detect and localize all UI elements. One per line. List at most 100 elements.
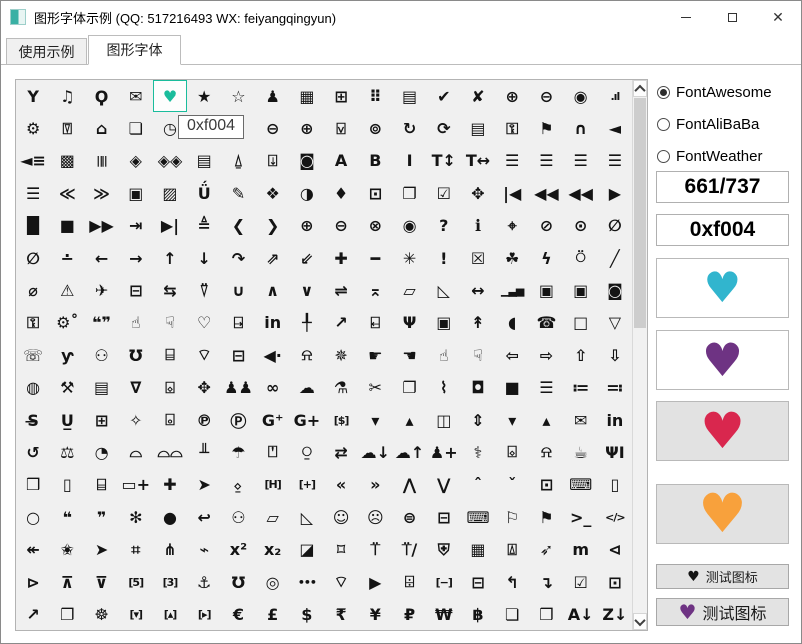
icon-forward[interactable]: ▶▶: [84, 210, 118, 242]
scrollbar-thumb[interactable]: [634, 98, 646, 328]
icon-fire-extinguisher[interactable]: ⍍: [495, 533, 529, 565]
icon-count-field[interactable]: 661/737: [656, 171, 789, 203]
icon-arrow-circle-o-down[interactable]: ⊖: [256, 112, 290, 144]
icon-microphone[interactable]: ⍡: [358, 533, 392, 565]
icon-star-half-o[interactable]: ✬: [50, 533, 84, 565]
icon-angle-down[interactable]: ˇ: [495, 469, 529, 501]
icon-file-text-o[interactable]: ❒: [16, 469, 50, 501]
icon-bold[interactable]: B: [358, 145, 392, 177]
icon-play[interactable]: ▶: [598, 177, 632, 209]
icon-leaf[interactable]: ☘: [495, 242, 529, 274]
tab-icon-font[interactable]: 图形字体: [88, 35, 181, 65]
icon-hand-o-right[interactable]: ☛: [358, 339, 392, 371]
icon-search-plus[interactable]: ⊕: [495, 80, 529, 112]
icon-desktop[interactable]: ⊡: [529, 469, 563, 501]
icon-flag-checkered[interactable]: ⚑: [529, 501, 563, 533]
icon-users[interactable]: ♟♟: [221, 372, 255, 404]
icon-undo[interactable]: ↺: [16, 436, 50, 468]
test-icon-button-2[interactable]: ♥测试图标: [656, 598, 789, 626]
icon-arrow-down[interactable]: ↓: [187, 242, 221, 274]
icon-unknown[interactable]: Ǘ: [187, 177, 221, 209]
icon-linkedin-square[interactable]: in: [256, 307, 290, 339]
icon-user[interactable]: ♟: [256, 80, 290, 112]
tab-usage-example[interactable]: 使用示例: [6, 38, 87, 65]
icon-caret-square-o-down[interactable]: [▾]: [119, 598, 153, 630]
icon-ticket[interactable]: ⌹: [392, 566, 426, 598]
icon-lightbulb-o[interactable]: ⍜: [290, 436, 324, 468]
icon-pause[interactable]: ▐▌: [16, 210, 50, 242]
icon-code-field[interactable]: 0xf004: [656, 214, 789, 246]
icon-minus-circle[interactable]: ⊖: [324, 210, 358, 242]
icon-tint[interactable]: ♦: [324, 177, 358, 209]
icon-tags[interactable]: ◈◈: [153, 145, 187, 177]
icon-google-plus[interactable]: G+: [290, 404, 324, 436]
icon-smile-o[interactable]: ☺: [324, 501, 358, 533]
icon-th-list[interactable]: ▤: [392, 80, 426, 112]
icon-chain-broken[interactable]: ⌁: [187, 533, 221, 565]
icon-circle[interactable]: ●: [153, 501, 187, 533]
icon-inbox[interactable]: ⍌: [324, 112, 358, 144]
icon-list-alt[interactable]: ▤: [461, 112, 495, 144]
icon-tag[interactable]: ◈: [119, 145, 153, 177]
icon-random[interactable]: ⇆: [153, 274, 187, 306]
icon-rocket[interactable]: ➶: [529, 533, 563, 565]
icon-sort[interactable]: ⇕: [461, 404, 495, 436]
icon-comments[interactable]: ❝❞: [84, 307, 118, 339]
icon-ambulance[interactable]: ▭+: [119, 469, 153, 501]
icon-pinterest[interactable]: ℗: [187, 404, 221, 436]
icon-usd[interactable]: $: [290, 598, 324, 630]
icon-thumb-tack[interactable]: ╀: [290, 307, 324, 339]
icon-share-square-o[interactable]: ❐: [392, 177, 426, 209]
radio-fontalibaba[interactable]: FontAliBaBa: [657, 115, 759, 133]
icon-bar-chart[interactable]: ▁▃▅: [495, 274, 529, 306]
icon-github-square[interactable]: ▣: [427, 307, 461, 339]
icon-chevron-circle-down[interactable]: ⊽: [84, 566, 118, 598]
icon-terminal[interactable]: >_: [564, 501, 598, 533]
icon-ellipsis-h[interactable]: •••: [290, 566, 324, 598]
icon-certificate[interactable]: ✵: [324, 339, 358, 371]
icon-plus-square[interactable]: [+]: [290, 469, 324, 501]
icon-share[interactable]: ↷: [221, 242, 255, 274]
icon-subscript[interactable]: x₂: [256, 533, 290, 565]
icon-arrows-h[interactable]: ↔: [461, 274, 495, 306]
icon-krw[interactable]: ₩: [427, 598, 461, 630]
icon-link[interactable]: ∞: [256, 372, 290, 404]
icon-qrcode[interactable]: ▩: [50, 145, 84, 177]
icon-envelope[interactable]: ✉: [564, 404, 598, 436]
close-button[interactable]: ✕: [755, 1, 801, 33]
icon-reply[interactable]: ↩: [187, 501, 221, 533]
icon-caret-square-o-right[interactable]: [▸]: [187, 598, 221, 630]
icon-lemon-o[interactable]: ◖: [495, 307, 529, 339]
icon-file-text[interactable]: ❒: [529, 598, 563, 630]
icon-tablet[interactable]: ▯: [598, 469, 632, 501]
icon-bell-o[interactable]: ⍾: [529, 436, 563, 468]
test-icon-button-1[interactable]: ♥测试图标: [656, 564, 789, 589]
icon-crop[interactable]: ⌗: [119, 533, 153, 565]
icon-arrow-circle-down[interactable]: ⇩: [598, 339, 632, 371]
icon-arrow-circle-up[interactable]: ⇧: [564, 339, 598, 371]
icon-money[interactable]: [$]: [324, 404, 358, 436]
icon-floppy-o[interactable]: ◘: [461, 372, 495, 404]
icon-caret-down[interactable]: ▾: [358, 404, 392, 436]
icon-magnet[interactable]: ∪: [221, 274, 255, 306]
icon-check-circle[interactable]: ◉: [392, 210, 426, 242]
icon-text-height[interactable]: T↕: [427, 145, 461, 177]
icon-flask[interactable]: ⚗: [324, 372, 358, 404]
icon-eur[interactable]: €: [221, 598, 255, 630]
icon-umbrella[interactable]: ☂: [221, 436, 255, 468]
icon-plane[interactable]: ✈: [84, 274, 118, 306]
icon-h-square[interactable]: [H]: [256, 469, 290, 501]
icon-fast-forward[interactable]: ⇥: [119, 210, 153, 242]
icon-music[interactable]: ♫: [50, 80, 84, 112]
icon-times-circle-o[interactable]: ⊘: [529, 210, 563, 242]
icon-caret-square-o-up[interactable]: [▴]: [153, 598, 187, 630]
icon-align-left[interactable]: ☰: [495, 145, 529, 177]
icon-indent[interactable]: ≫: [84, 177, 118, 209]
icon-linkedin[interactable]: in: [598, 404, 632, 436]
icon-folder[interactable]: ▱: [392, 274, 426, 306]
icon-level-down[interactable]: ↴: [529, 566, 563, 598]
icon-signal[interactable]: .ıl: [598, 80, 632, 112]
icon-unlock-alt[interactable]: Ʊ: [221, 566, 255, 598]
icon-refresh[interactable]: ⟳: [427, 112, 461, 144]
icon-info-circle[interactable]: ℹ: [461, 210, 495, 242]
